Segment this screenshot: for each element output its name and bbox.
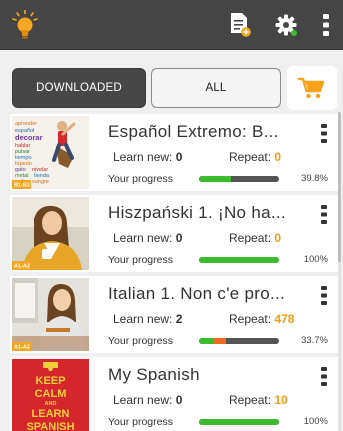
thumb-word: SPANISH xyxy=(26,421,74,431)
vertical-dots-icon[interactable] xyxy=(320,286,328,306)
learn-new: Learn new: 0 xyxy=(113,393,183,407)
tab-all[interactable]: ALL xyxy=(151,68,281,108)
learn-new: Learn new: 0 xyxy=(113,231,183,245)
vertical-dots-icon[interactable] xyxy=(312,10,340,40)
progress-bar xyxy=(199,338,279,344)
progress-label: Your progress xyxy=(108,254,173,266)
gear-icon[interactable] xyxy=(272,10,300,40)
thumb-word: LEARN xyxy=(32,408,70,420)
course-title: Español Extremo: B... xyxy=(108,122,279,141)
thumb-word: sangre xyxy=(32,179,49,185)
vertical-dots-icon[interactable] xyxy=(320,367,328,387)
progress-bar xyxy=(199,419,279,425)
progress-label: Your progress xyxy=(108,416,173,428)
add-document-icon[interactable] xyxy=(226,10,254,40)
learn-new: Learn new: 0 xyxy=(113,150,183,164)
progress-label: Your progress xyxy=(108,173,173,185)
progress-label: Your progress xyxy=(108,335,173,347)
course-thumbnail: A1-A2 xyxy=(12,197,89,270)
shop-button[interactable] xyxy=(287,66,337,110)
thumb-word: aprender xyxy=(15,121,37,127)
repeat: Repeat: 0 xyxy=(229,231,282,245)
course-thumbnail: KEEP CALM AND LEARN SPANISH xyxy=(12,359,89,431)
progress-bar xyxy=(199,176,279,182)
course-title: Hiszpański 1. ¡No ha... xyxy=(108,203,286,222)
progress-percent: 39.8% xyxy=(301,173,328,184)
course-thumbnail: aprender español decorar hablar pulsar t… xyxy=(12,116,89,189)
level-badge: A1-A2 xyxy=(14,264,30,270)
course-filter-tabs: DOWNLOADED ALL xyxy=(0,66,343,110)
shopping-cart-icon xyxy=(298,77,325,99)
app-toolbar xyxy=(0,0,343,50)
learn-new: Learn new: 2 xyxy=(113,312,183,326)
level-badge: B1-B2 xyxy=(14,183,30,189)
repeat: Repeat: 10 xyxy=(229,393,288,407)
progress-percent: 100% xyxy=(303,254,328,265)
app-logo-icon xyxy=(12,9,38,40)
progress-percent: 100% xyxy=(303,416,328,427)
course-title: Italian 1. Non c'e pro... xyxy=(108,284,286,303)
thumb-word: AND xyxy=(45,401,57,407)
course-card[interactable]: A1-A2 Hiszpański 1. ¡No ha... Learn new:… xyxy=(10,195,340,272)
thumb-word: decorar xyxy=(15,133,43,142)
thumb-word: CALM xyxy=(35,388,67,400)
progress-percent: 33.7% xyxy=(301,335,328,346)
course-card[interactable]: aprender español decorar hablar pulsar t… xyxy=(10,114,340,191)
repeat: Repeat: 478 xyxy=(229,312,295,326)
vertical-dots-icon[interactable] xyxy=(320,124,328,144)
course-thumbnail: A1-A2 xyxy=(12,278,89,351)
progress-bar xyxy=(199,257,279,263)
tab-downloaded[interactable]: DOWNLOADED xyxy=(12,68,146,108)
level-badge: A1-A2 xyxy=(14,345,30,351)
scrollbar[interactable] xyxy=(338,112,341,431)
thumb-word: KEEP xyxy=(36,375,66,387)
course-card[interactable]: A1-A2 Italian 1. Non c'e pro... Learn ne… xyxy=(10,276,340,353)
vertical-dots-icon[interactable] xyxy=(320,205,328,225)
repeat: Repeat: 0 xyxy=(229,150,282,164)
course-title: My Spanish xyxy=(108,365,200,384)
course-card[interactable]: KEEP CALM AND LEARN SPANISH My Spanish L… xyxy=(10,357,340,431)
